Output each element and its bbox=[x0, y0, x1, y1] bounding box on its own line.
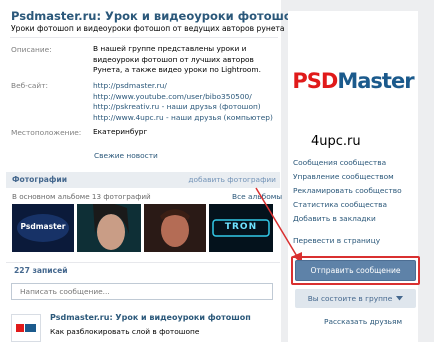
logo-part-master: Master bbox=[337, 68, 414, 93]
photo-thumb[interactable] bbox=[77, 204, 141, 252]
avatar[interactable] bbox=[11, 314, 41, 342]
location-label: Местоположение: bbox=[11, 128, 82, 137]
more-news-link[interactable]: Свежие новости bbox=[94, 151, 158, 160]
membership-label: Вы состоите в группе bbox=[307, 294, 393, 303]
divider bbox=[10, 37, 278, 38]
watermark-text: 4upc.ru bbox=[311, 134, 361, 149]
photo-thumb[interactable]: Psdmaster bbox=[12, 204, 74, 252]
group-title: Psdmaster.ru: Урок и видеоуроки фотошоп bbox=[11, 9, 300, 23]
logo-part-psd: PSD bbox=[292, 68, 338, 93]
posts-header: 227 записей bbox=[6, 262, 280, 277]
posts-count: 227 записей bbox=[14, 266, 68, 275]
membership-button[interactable]: Вы состоите в группе bbox=[295, 289, 416, 308]
tell-friends-link[interactable]: Рассказать друзьям bbox=[324, 317, 402, 326]
add-photos-link[interactable]: добавить фотографии bbox=[188, 175, 276, 184]
group-status: Уроки фотошоп и видеоуроки фотошоп от ве… bbox=[11, 24, 285, 33]
website-link[interactable]: http://www.4upc.ru - наши друзья (компью… bbox=[93, 113, 278, 124]
website-label: Веб-сайт: bbox=[11, 81, 49, 90]
photos-header: Фотографии добавить фотографии bbox=[6, 172, 280, 188]
menu-item-messages[interactable]: Сообщения сообщества bbox=[293, 158, 386, 167]
website-link[interactable]: http://psdmaster.ru/ bbox=[93, 81, 278, 92]
album-count-text: В основном альбоме 13 фотографий bbox=[12, 192, 151, 201]
location-value: Екатеринбург bbox=[93, 127, 148, 136]
post-author[interactable]: Psdmaster.ru: Урок и видеоуроки фотошоп bbox=[50, 313, 251, 322]
thumb-label: Psdmaster bbox=[20, 222, 66, 231]
website-link[interactable]: http://pskreativ.ru - наши друзья (фотош… bbox=[93, 102, 278, 113]
photo-thumb[interactable] bbox=[144, 204, 206, 252]
description-label: Описание: bbox=[11, 45, 52, 54]
send-message-button[interactable]: Отправить сообщение bbox=[295, 260, 416, 281]
group-logo[interactable]: PSD Master bbox=[288, 11, 418, 150]
compose-input[interactable] bbox=[12, 284, 272, 299]
compose-box[interactable] bbox=[11, 283, 273, 300]
menu-item-manage[interactable]: Управление сообществом bbox=[293, 172, 394, 181]
post-text: Как разблокировать слой в фотошопе bbox=[50, 327, 200, 336]
website-link[interactable]: http://www.youtube.com/user/bibo350500/ bbox=[93, 92, 278, 103]
description-value: В нашей группе представлены уроки и виде… bbox=[93, 44, 261, 74]
photos-title[interactable]: Фотографии bbox=[12, 175, 67, 184]
website-links: http://psdmaster.ru/ http://www.youtube.… bbox=[93, 81, 278, 123]
annotation-arrow-icon bbox=[255, 187, 302, 264]
chevron-down-icon bbox=[396, 296, 404, 301]
